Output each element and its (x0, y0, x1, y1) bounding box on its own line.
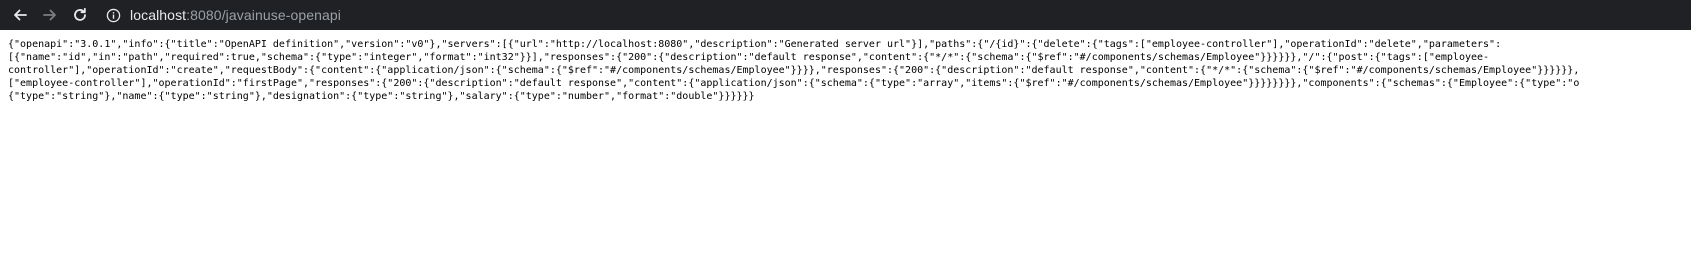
json-line: ["employee-controller"],"operationId":"f… (8, 78, 1580, 89)
forward-button[interactable] (38, 3, 62, 27)
browser-toolbar: localhost:8080/javainuse-openapi (0, 0, 1691, 30)
json-line: {"type":"string"},"name":{"type":"string… (8, 91, 755, 102)
reload-button[interactable] (68, 3, 92, 27)
arrow-left-icon (14, 9, 27, 21)
arrow-right-icon (43, 9, 56, 21)
url-text[interactable]: localhost:8080/javainuse-openapi (130, 7, 341, 23)
url-path: :8080/javainuse-openapi (186, 7, 342, 23)
json-response-body: {"openapi":"3.0.1","info":{"title":"Open… (8, 38, 1691, 103)
json-line: controller"],"operationId":"create","req… (8, 65, 1580, 76)
address-bar[interactable]: localhost:8080/javainuse-openapi (104, 2, 341, 28)
reload-icon (74, 7, 86, 21)
back-button[interactable] (8, 3, 32, 27)
json-line: {"openapi":"3.0.1","info":{"title":"Open… (8, 39, 1502, 50)
info-icon[interactable] (104, 6, 122, 24)
json-line: [{"name":"id","in":"path","required":tru… (8, 52, 1490, 63)
url-host: localhost (130, 7, 187, 23)
